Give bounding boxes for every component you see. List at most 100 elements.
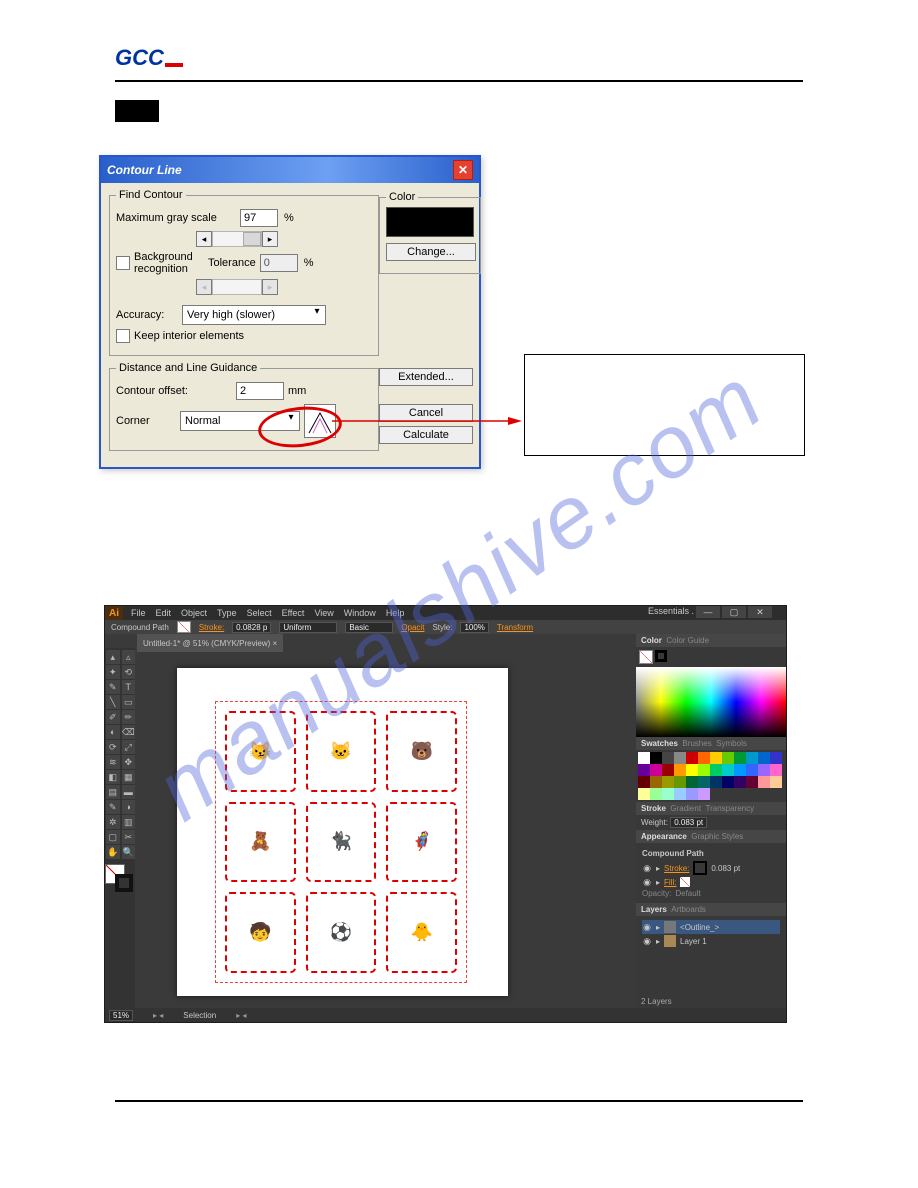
status-zoom[interactable]: 51%: [109, 1010, 133, 1021]
swatch[interactable]: [686, 788, 698, 800]
close-icon[interactable]: ✕: [453, 160, 473, 180]
swatch[interactable]: [734, 752, 746, 764]
free-transform-tool-icon[interactable]: ✥: [122, 755, 136, 769]
bg-recognition-checkbox[interactable]: [116, 256, 130, 270]
panel-tab-swatches[interactable]: Swatches Brushes Symbols: [636, 737, 786, 750]
menu-select[interactable]: Select: [247, 608, 272, 618]
transform-link[interactable]: Transform: [497, 623, 533, 632]
swatch[interactable]: [758, 764, 770, 776]
scroll-left-button[interactable]: ◂: [196, 231, 212, 247]
panel-tab-layers[interactable]: Layers Artboards: [636, 903, 786, 916]
blend-tool-icon[interactable]: ◑: [122, 800, 136, 814]
graph-tool-icon[interactable]: ▥: [122, 815, 136, 829]
opacity-link[interactable]: Opacit: [401, 623, 424, 632]
swatch[interactable]: [650, 764, 662, 776]
layer-name[interactable]: Layer 1: [680, 937, 707, 946]
paintbrush-tool-icon[interactable]: ✐: [106, 710, 120, 724]
swatch[interactable]: [686, 752, 698, 764]
color-stroke-icon[interactable]: [655, 650, 667, 662]
shape-builder-tool-icon[interactable]: ◧: [106, 770, 120, 784]
swatch[interactable]: [722, 752, 734, 764]
swatch[interactable]: [662, 788, 674, 800]
visibility-icon[interactable]: ◉: [642, 922, 652, 932]
swatch[interactable]: [734, 776, 746, 788]
lasso-tool-icon[interactable]: ⟲: [122, 665, 136, 679]
stroke-link[interactable]: Stroke:: [199, 623, 224, 632]
swatch[interactable]: [722, 776, 734, 788]
swatch[interactable]: [758, 752, 770, 764]
color-fill-icon[interactable]: [639, 650, 653, 664]
swatch[interactable]: [650, 788, 662, 800]
swatch[interactable]: [686, 776, 698, 788]
swatch[interactable]: [710, 764, 722, 776]
panel-tab-color[interactable]: Color Color Guide: [636, 634, 786, 647]
pencil-tool-icon[interactable]: ✏: [122, 710, 136, 724]
direct-selection-tool-icon[interactable]: ▵: [122, 650, 136, 664]
mesh-tool-icon[interactable]: ▤: [106, 785, 120, 799]
menu-help[interactable]: Help: [386, 608, 405, 618]
extended-button[interactable]: Extended...: [379, 368, 473, 386]
swatch[interactable]: [746, 752, 758, 764]
line-tool-icon[interactable]: ╲: [106, 695, 120, 709]
max-gray-input[interactable]: [240, 209, 278, 227]
swatch[interactable]: [662, 764, 674, 776]
artboard-tool-icon[interactable]: ▢: [106, 830, 120, 844]
visibility-icon[interactable]: ◉: [642, 936, 652, 946]
fill-swatch-icon[interactable]: [177, 621, 191, 633]
rectangle-tool-icon[interactable]: ▭: [122, 695, 136, 709]
swatch[interactable]: [662, 776, 674, 788]
swatches-grid[interactable]: [636, 750, 786, 802]
hand-tool-icon[interactable]: ✋: [106, 845, 120, 859]
zoom-field[interactable]: 100%: [460, 622, 488, 633]
perspective-tool-icon[interactable]: ▦: [122, 770, 136, 784]
swatch[interactable]: [746, 764, 758, 776]
blob-brush-tool-icon[interactable]: ◐: [106, 725, 120, 739]
panel-tab-stroke[interactable]: Stroke Gradient Transparency: [636, 802, 786, 815]
gradient-tool-icon[interactable]: ▬: [122, 785, 136, 799]
swatch[interactable]: [770, 752, 782, 764]
swatch[interactable]: [638, 764, 650, 776]
menu-window[interactable]: Window: [344, 608, 376, 618]
minimize-icon[interactable]: —: [696, 606, 720, 618]
swatch[interactable]: [746, 776, 758, 788]
weight-field[interactable]: 0.083 pt: [670, 817, 707, 828]
swatch[interactable]: [770, 776, 782, 788]
visibility-icon[interactable]: ◉: [642, 877, 652, 887]
swatch[interactable]: [674, 752, 686, 764]
pen-tool-icon[interactable]: ✎: [106, 680, 120, 694]
width-tool-icon[interactable]: ≋: [106, 755, 120, 769]
scroll-track[interactable]: [212, 231, 262, 247]
menu-object[interactable]: Object: [181, 608, 207, 618]
swatch[interactable]: [674, 776, 686, 788]
stroke-weight-field[interactable]: 0.0828 p: [232, 622, 271, 633]
slice-tool-icon[interactable]: ✂: [122, 830, 136, 844]
type-tool-icon[interactable]: T: [122, 680, 136, 694]
change-button[interactable]: Change...: [386, 243, 476, 261]
magic-wand-tool-icon[interactable]: ✦: [106, 665, 120, 679]
menu-effect[interactable]: Effect: [282, 608, 305, 618]
profile-select[interactable]: Uniform: [279, 622, 337, 633]
swatch[interactable]: [674, 788, 686, 800]
swatch[interactable]: [638, 788, 650, 800]
swatch[interactable]: [662, 752, 674, 764]
swatch[interactable]: [722, 764, 734, 776]
menu-file[interactable]: File: [131, 608, 146, 618]
swatch[interactable]: [638, 776, 650, 788]
swatch[interactable]: [638, 752, 650, 764]
visibility-icon[interactable]: ◉: [642, 863, 652, 873]
close-icon[interactable]: ✕: [748, 606, 772, 618]
eyedropper-tool-icon[interactable]: ✎: [106, 800, 120, 814]
selection-tool-icon[interactable]: ▴: [106, 650, 120, 664]
eraser-tool-icon[interactable]: ⌫: [122, 725, 136, 739]
symbol-sprayer-tool-icon[interactable]: ✲: [106, 815, 120, 829]
swatch[interactable]: [758, 776, 770, 788]
fill-stroke-indicator[interactable]: [105, 864, 133, 892]
swatch[interactable]: [734, 764, 746, 776]
calculate-button[interactable]: Calculate: [379, 426, 473, 444]
menu-type[interactable]: Type: [217, 608, 237, 618]
swatch[interactable]: [698, 752, 710, 764]
swatch[interactable]: [710, 776, 722, 788]
swatch[interactable]: [698, 776, 710, 788]
keep-interior-checkbox[interactable]: [116, 329, 130, 343]
swatch[interactable]: [770, 764, 782, 776]
